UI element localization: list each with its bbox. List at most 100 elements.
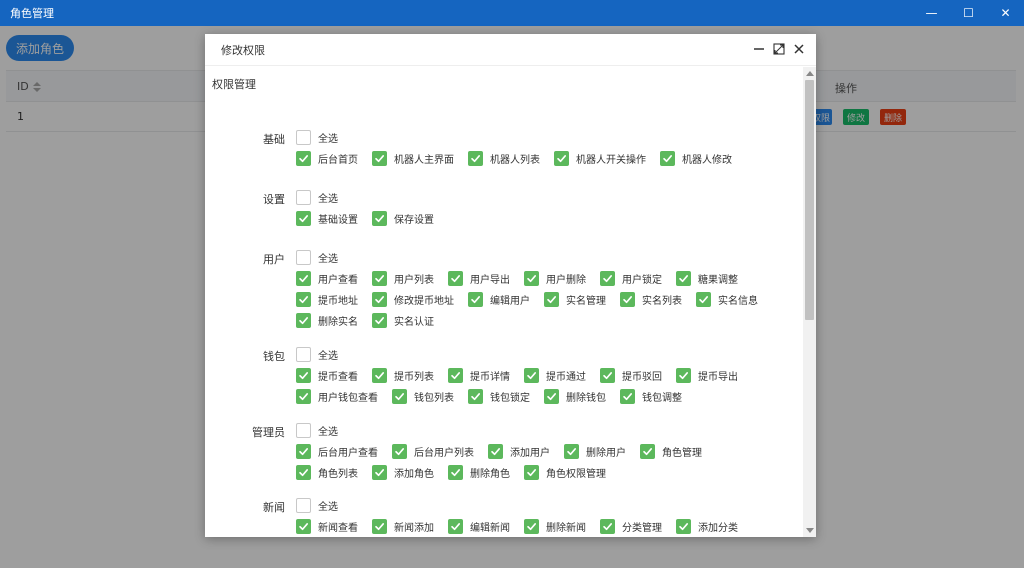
select-all-checkbox[interactable]: 全选 (296, 497, 352, 513)
permission-label[interactable]: 删除新闻 (546, 519, 586, 534)
check-icon[interactable] (468, 388, 483, 404)
permission-label[interactable]: 角色管理 (662, 444, 702, 459)
permission-label[interactable]: 实名列表 (642, 292, 682, 307)
window-maximize-icon[interactable]: ☐ (950, 0, 987, 26)
checkbox-box[interactable] (296, 497, 311, 513)
check-icon[interactable] (296, 312, 311, 328)
permission-label[interactable]: 添加分类 (698, 519, 738, 534)
scroll-up-icon[interactable] (806, 71, 814, 76)
permission-label[interactable]: 提币详情 (470, 368, 510, 383)
check-icon[interactable] (372, 367, 387, 383)
select-all-checkbox[interactable]: 全选 (296, 189, 352, 205)
check-icon[interactable] (524, 464, 539, 480)
select-all-checkbox[interactable]: 全选 (296, 346, 352, 362)
permission-label[interactable]: 提币查看 (318, 368, 358, 383)
permission-label[interactable]: 机器人开关操作 (576, 151, 646, 166)
permission-label[interactable]: 提币列表 (394, 368, 434, 383)
check-icon[interactable] (448, 270, 463, 286)
check-icon[interactable] (524, 270, 539, 286)
check-icon[interactable] (524, 367, 539, 383)
permission-label[interactable]: 后台用户查看 (318, 444, 378, 459)
check-icon[interactable] (296, 210, 311, 226)
check-icon[interactable] (696, 291, 711, 307)
permission-label[interactable]: 保存设置 (394, 211, 434, 226)
permission-label[interactable]: 机器人主界面 (394, 151, 454, 166)
check-icon[interactable] (372, 464, 387, 480)
check-icon[interactable] (296, 464, 311, 480)
permission-label[interactable]: 新闻查看 (318, 519, 358, 534)
permission-label[interactable]: 提币通过 (546, 368, 586, 383)
check-icon[interactable] (296, 150, 311, 166)
permission-label[interactable]: 用户导出 (470, 271, 510, 286)
permission-label[interactable]: 用户列表 (394, 271, 434, 286)
checkbox-box[interactable] (296, 422, 311, 438)
permission-label[interactable]: 实名认证 (394, 313, 434, 328)
permission-label[interactable]: 后台首页 (318, 151, 358, 166)
check-icon[interactable] (564, 443, 579, 459)
permission-label[interactable]: 钱包列表 (414, 389, 454, 404)
check-icon[interactable] (372, 518, 387, 534)
check-icon[interactable] (600, 367, 615, 383)
check-icon[interactable] (296, 270, 311, 286)
check-icon[interactable] (372, 150, 387, 166)
scroll-thumb[interactable] (805, 80, 814, 320)
check-icon[interactable] (296, 291, 311, 307)
scroll-down-icon[interactable] (806, 528, 814, 533)
check-icon[interactable] (544, 388, 559, 404)
check-icon[interactable] (296, 367, 311, 383)
permission-label[interactable]: 编辑新闻 (470, 519, 510, 534)
permission-label[interactable]: 钱包锁定 (490, 389, 530, 404)
permission-label[interactable]: 机器人列表 (490, 151, 540, 166)
check-icon[interactable] (296, 518, 311, 534)
checkbox-box[interactable] (296, 129, 311, 145)
check-icon[interactable] (372, 270, 387, 286)
check-icon[interactable] (620, 388, 635, 404)
permission-label[interactable]: 删除用户 (586, 444, 626, 459)
permission-label[interactable]: 删除实名 (318, 313, 358, 328)
permission-label[interactable]: 删除钱包 (566, 389, 606, 404)
minimize-icon[interactable] (752, 40, 766, 58)
check-icon[interactable] (372, 210, 387, 226)
check-icon[interactable] (392, 443, 407, 459)
permission-label[interactable]: 提币驳回 (622, 368, 662, 383)
permission-label[interactable]: 角色权限管理 (546, 465, 606, 480)
check-icon[interactable] (392, 388, 407, 404)
select-all-checkbox[interactable]: 全选 (296, 422, 352, 438)
check-icon[interactable] (372, 291, 387, 307)
check-icon[interactable] (660, 150, 675, 166)
select-all-checkbox[interactable]: 全选 (296, 129, 352, 145)
check-icon[interactable] (468, 150, 483, 166)
permission-label[interactable]: 提币地址 (318, 292, 358, 307)
check-icon[interactable] (488, 443, 503, 459)
check-icon[interactable] (468, 291, 483, 307)
check-icon[interactable] (640, 443, 655, 459)
permission-label[interactable]: 删除角色 (470, 465, 510, 480)
permission-label[interactable]: 用户锁定 (622, 271, 662, 286)
modal-scrollbar[interactable] (803, 67, 816, 537)
select-all-checkbox[interactable]: 全选 (296, 249, 352, 265)
window-close-icon[interactable]: ✕ (987, 0, 1024, 26)
permission-label[interactable]: 用户查看 (318, 271, 358, 286)
check-icon[interactable] (620, 291, 635, 307)
permission-label[interactable]: 添加角色 (394, 465, 434, 480)
window-minimize-icon[interactable]: — (913, 0, 950, 26)
permission-label[interactable]: 后台用户列表 (414, 444, 474, 459)
permission-label[interactable]: 新闻添加 (394, 519, 434, 534)
permission-label[interactable]: 编辑用户 (490, 292, 530, 307)
checkbox-box[interactable] (296, 189, 311, 205)
maximize-icon[interactable] (772, 40, 786, 58)
check-icon[interactable] (676, 270, 691, 286)
check-icon[interactable] (296, 443, 311, 459)
check-icon[interactable] (524, 518, 539, 534)
checkbox-box[interactable] (296, 346, 311, 362)
permission-label[interactable]: 添加用户 (510, 444, 550, 459)
permission-label[interactable]: 修改提币地址 (394, 292, 454, 307)
permission-label[interactable]: 基础设置 (318, 211, 358, 226)
permission-label[interactable]: 用户删除 (546, 271, 586, 286)
close-icon[interactable] (792, 40, 806, 58)
check-icon[interactable] (448, 518, 463, 534)
check-icon[interactable] (544, 291, 559, 307)
check-icon[interactable] (676, 518, 691, 534)
checkbox-box[interactable] (296, 249, 311, 265)
check-icon[interactable] (676, 367, 691, 383)
